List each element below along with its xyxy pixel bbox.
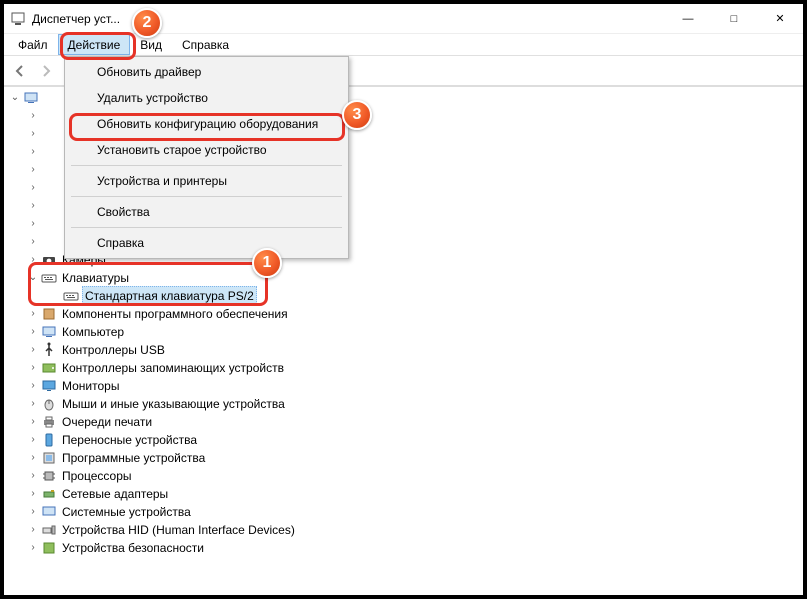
menubar: Файл Действие Вид Справка xyxy=(4,34,803,56)
expand-icon[interactable]: › xyxy=(26,415,40,429)
tree-item-print-queues[interactable]: › Очереди печати xyxy=(4,413,803,431)
expand-icon[interactable]: › xyxy=(26,379,40,393)
maximize-button[interactable]: □ xyxy=(711,4,757,34)
keyboard-icon xyxy=(40,270,58,286)
expand-icon[interactable]: ⌄ xyxy=(8,91,22,105)
tree-item-software-components[interactable]: › Компоненты программного обеспечения xyxy=(4,305,803,323)
system-icon xyxy=(40,504,58,520)
security-icon xyxy=(40,540,58,556)
menu-view[interactable]: Вид xyxy=(130,34,172,55)
firmware-icon xyxy=(40,450,58,466)
device-manager-window: Диспетчер уст... — □ ✕ Файл Действие Вид… xyxy=(4,4,803,595)
hid-icon xyxy=(40,522,58,538)
cpu-icon xyxy=(40,468,58,484)
menu-properties[interactable]: Свойства xyxy=(67,199,346,225)
tree-item-system-devices[interactable]: › Системные устройства xyxy=(4,503,803,521)
tree-item-mice[interactable]: › Мыши и иные указывающие устройства xyxy=(4,395,803,413)
computer-icon xyxy=(22,90,40,106)
mouse-icon xyxy=(40,396,58,412)
camera-icon xyxy=(40,252,58,268)
action-menu-dropdown: Обновить драйвер Удалить устройство Обно… xyxy=(64,56,349,259)
tree-item-hid[interactable]: › Устройства HID (Human Interface Device… xyxy=(4,521,803,539)
menu-separator xyxy=(71,227,342,228)
menu-separator xyxy=(71,196,342,197)
expand-icon[interactable]: › xyxy=(26,523,40,537)
app-icon xyxy=(10,11,26,27)
tree-item-network-adapters[interactable]: › Сетевые адаптеры xyxy=(4,485,803,503)
tree-item-ps2-keyboard[interactable]: Стандартная клавиатура PS/2 xyxy=(4,287,803,305)
monitor-icon xyxy=(40,378,58,394)
portable-icon xyxy=(40,432,58,448)
menu-separator xyxy=(71,165,342,166)
expand-icon[interactable]: › xyxy=(26,541,40,555)
expand-icon[interactable]: › xyxy=(26,397,40,411)
back-button[interactable] xyxy=(8,59,32,83)
tree-item-portable-devices[interactable]: › Переносные устройства xyxy=(4,431,803,449)
menu-help[interactable]: Справка xyxy=(172,34,239,55)
menu-update-driver[interactable]: Обновить драйвер xyxy=(67,59,346,85)
collapse-icon[interactable]: ⌄ xyxy=(26,271,40,285)
expand-icon[interactable]: › xyxy=(26,361,40,375)
tree-item-security-devices[interactable]: › Устройства безопасности xyxy=(4,539,803,557)
titlebar: Диспетчер уст... — □ ✕ xyxy=(4,4,803,34)
menu-file[interactable]: Файл xyxy=(8,34,58,55)
menu-remove-device[interactable]: Удалить устройство xyxy=(67,85,346,111)
expand-icon[interactable]: › xyxy=(26,487,40,501)
tree-item-processors[interactable]: › Процессоры xyxy=(4,467,803,485)
computer-icon xyxy=(40,324,58,340)
tree-item-firmware[interactable]: › Программные устройства xyxy=(4,449,803,467)
expand-icon[interactable]: › xyxy=(26,505,40,519)
forward-button[interactable] xyxy=(34,59,58,83)
network-icon xyxy=(40,486,58,502)
menu-add-legacy[interactable]: Установить старое устройство xyxy=(67,137,346,163)
minimize-button[interactable]: — xyxy=(665,4,711,34)
expand-icon[interactable]: › xyxy=(26,451,40,465)
window-title: Диспетчер уст... xyxy=(32,12,665,26)
tree-item-computer[interactable]: › Компьютер xyxy=(4,323,803,341)
menu-help-item[interactable]: Справка xyxy=(67,230,346,256)
tree-item-usb-controllers[interactable]: › Контроллеры USB xyxy=(4,341,803,359)
menu-action[interactable]: Действие xyxy=(58,34,131,55)
expand-icon[interactable]: › xyxy=(26,343,40,357)
component-icon xyxy=(40,306,58,322)
menu-devices-printers[interactable]: Устройства и принтеры xyxy=(67,168,346,194)
expand-icon[interactable]: › xyxy=(26,469,40,483)
storage-icon xyxy=(40,360,58,376)
keyboard-icon xyxy=(62,288,80,304)
usb-icon xyxy=(40,342,58,358)
expand-icon[interactable]: › xyxy=(26,325,40,339)
tree-item-storage-controllers[interactable]: › Контроллеры запоминающих устройств xyxy=(4,359,803,377)
printer-icon xyxy=(40,414,58,430)
expand-icon[interactable]: › xyxy=(26,307,40,321)
expand-icon[interactable]: › xyxy=(26,253,40,267)
tree-item-monitors[interactable]: › Мониторы xyxy=(4,377,803,395)
menu-scan-hardware[interactable]: Обновить конфигурацию оборудования xyxy=(67,111,346,137)
close-button[interactable]: ✕ xyxy=(757,4,803,34)
tree-item-keyboards[interactable]: ⌄ Клавиатуры xyxy=(4,269,803,287)
expand-icon[interactable]: › xyxy=(26,433,40,447)
